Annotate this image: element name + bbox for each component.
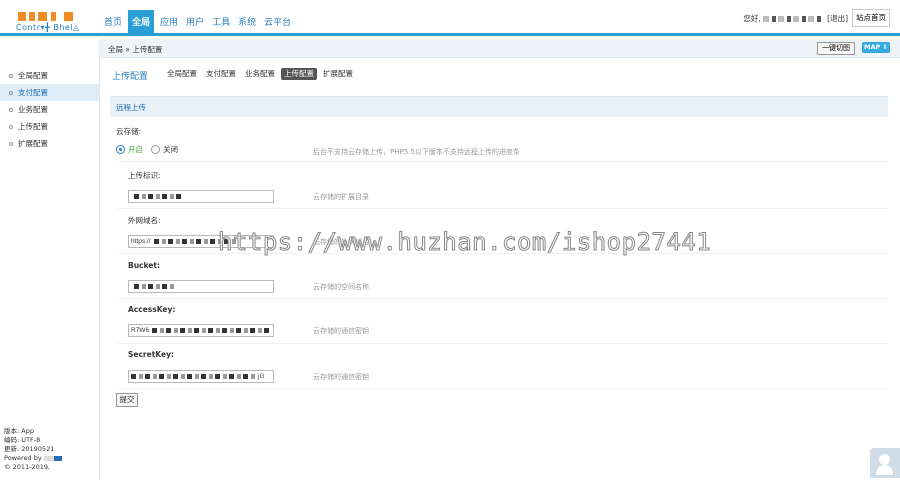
sidebar-menu: 全局配置 支付配置 业务配置 上传配置 扩展配置 xyxy=(0,67,99,152)
access-key-masked xyxy=(152,327,271,333)
config-tabs: 全局配置 支付配置 业务配置 上传配置 扩展配置 xyxy=(164,68,359,80)
external-domain-masked xyxy=(153,238,238,244)
bucket-hint: 云存储的空间名称 xyxy=(313,283,369,291)
tab-extension[interactable]: 扩展配置 xyxy=(320,68,356,80)
external-domain-hint: 云存储的外网域名 xyxy=(313,238,369,246)
row-divider xyxy=(118,298,888,299)
row-divider xyxy=(118,343,888,344)
updated-text: 更新: 20190521 xyxy=(4,445,55,453)
avatar-head xyxy=(879,454,890,465)
logout-link[interactable]: [退出] xyxy=(827,14,848,23)
bullet-icon xyxy=(9,108,13,112)
map-button[interactable]: MAP ⇓ xyxy=(862,42,890,53)
sidebar-item-label: 支付配置 xyxy=(18,88,48,97)
powered-text: Powered by xyxy=(4,454,42,462)
bullet-icon xyxy=(9,91,13,95)
bullet-icon xyxy=(9,142,13,146)
radio-off-label: 关闭 xyxy=(163,145,178,154)
main-content: 上传配置 全局配置 支付配置 业务配置 上传配置 扩展配置 远程上传 云存储: … xyxy=(100,58,900,480)
upload-id-input[interactable] xyxy=(128,190,274,203)
upload-id-masked xyxy=(134,193,184,199)
radio-off[interactable] xyxy=(151,145,160,154)
nav-cloud[interactable]: 云平台 xyxy=(262,10,293,36)
logo: Contr▾╋ Bhel◬ xyxy=(14,12,94,34)
cloud-storage-hint: 后台不支持云存储上传，PHP5.5以下版本不支持远程上传的进度条 xyxy=(313,148,520,156)
section-header: 远程上传 xyxy=(110,96,888,117)
bucket-label: Bucket: xyxy=(128,261,160,270)
top-bar: Contr▾╋ Bhel◬ 首页 全局 应用 用户 工具 系统 云平台 您好, … xyxy=(0,0,900,36)
bullet-icon xyxy=(9,125,13,129)
quick-menu-button[interactable]: 一键切图 xyxy=(817,42,855,55)
nav-global[interactable]: 全局 xyxy=(128,10,155,36)
access-key-hint: 云存储的通信密钥 xyxy=(313,327,369,335)
access-key-input[interactable]: R7W6 xyxy=(128,324,274,337)
sidebar-item-upload[interactable]: 上传配置 xyxy=(0,118,99,135)
main-nav: 首页 全局 应用 用户 工具 系统 云平台 xyxy=(102,10,297,36)
nav-apps[interactable]: 应用 xyxy=(158,10,180,36)
version-text: 版本: App xyxy=(4,427,34,435)
user-greeting: 您好, xyxy=(743,14,761,23)
powered-row: Powered by xyxy=(4,454,62,463)
section-title: 远程上传 xyxy=(116,103,146,112)
sidebar-item-label: 上传配置 xyxy=(18,122,48,131)
sidebar-item-extension[interactable]: 扩展配置 xyxy=(0,135,99,152)
nav-tools[interactable]: 工具 xyxy=(210,10,232,36)
row-divider xyxy=(118,208,888,209)
logo-subtext: Contr▾╋ Bhel◬ xyxy=(16,23,80,32)
sidebar-item-payment[interactable]: 支付配置 xyxy=(0,84,99,101)
access-key-value: R7W6 xyxy=(131,327,150,334)
secret-key-value: jG xyxy=(258,373,265,380)
upload-id-label: 上传标识: xyxy=(128,171,161,180)
secret-key-masked xyxy=(131,373,255,379)
secret-key-label: SecretKey: xyxy=(128,350,174,359)
breadcrumb: 全局 » 上传配置 xyxy=(108,45,163,54)
avatar-body xyxy=(876,465,893,475)
bucket-input[interactable] xyxy=(128,280,274,293)
submit-button[interactable]: 提交 xyxy=(116,393,138,407)
row-divider xyxy=(118,253,888,254)
system-info: 版本: App 编码: UTF-8 更新: 20190521 Powered b… xyxy=(4,427,62,472)
sidebar: 全局配置 支付配置 业务配置 上传配置 扩展配置 版本: App 编码: UTF… xyxy=(0,39,100,480)
powered-masked xyxy=(43,455,62,461)
cloud-storage-radios: 开启 关闭 xyxy=(116,144,178,155)
row-divider xyxy=(118,388,888,389)
upload-id-hint: 云存储的扩展目录 xyxy=(313,193,369,201)
radio-on-label: 开启 xyxy=(128,145,143,154)
sidebar-item-global[interactable]: 全局配置 xyxy=(0,67,99,84)
external-domain-label: 外网域名: xyxy=(128,216,161,225)
user-info: 您好, [退出] xyxy=(743,13,848,24)
logo-blocks xyxy=(18,12,82,22)
page-title: 上传配置 xyxy=(112,72,149,82)
sidebar-item-label: 业务配置 xyxy=(18,105,48,114)
secret-key-hint: 云存储的通信密钥 xyxy=(313,373,369,381)
copyright-row: © 2011-2019, xyxy=(4,463,62,472)
encoding-text: 编码: UTF-8 xyxy=(4,436,41,444)
tab-upload[interactable]: 上传配置 xyxy=(281,68,317,80)
user-name-masked xyxy=(762,16,823,22)
sidebar-item-business[interactable]: 业务配置 xyxy=(0,101,99,118)
tab-global[interactable]: 全局配置 xyxy=(164,68,200,80)
row-divider xyxy=(118,161,888,162)
site-home-button[interactable]: 站点首页 xyxy=(852,9,890,27)
radio-on[interactable] xyxy=(116,145,125,154)
bullet-icon xyxy=(9,74,13,78)
cloud-storage-label: 云存储: xyxy=(116,127,142,136)
external-domain-input[interactable]: https:// xyxy=(128,235,274,248)
bucket-masked xyxy=(134,283,174,289)
secret-key-input[interactable]: jG xyxy=(128,370,274,383)
support-avatar-icon[interactable] xyxy=(870,448,900,478)
nav-system[interactable]: 系统 xyxy=(236,10,258,36)
tab-business[interactable]: 业务配置 xyxy=(242,68,278,80)
external-domain-value: https:// xyxy=(131,238,151,245)
copyright-text: © 2011-2019, xyxy=(4,463,51,471)
app-window: Contr▾╋ Bhel◬ 首页 全局 应用 用户 工具 系统 云平台 您好, … xyxy=(0,0,900,480)
access-key-label: AccessKey: xyxy=(128,305,176,314)
sidebar-item-label: 全局配置 xyxy=(18,71,48,80)
main-header: 全局 » 上传配置 一键切图 MAP ⇓ xyxy=(100,39,900,58)
nav-users[interactable]: 用户 xyxy=(184,10,206,36)
tab-payment[interactable]: 支付配置 xyxy=(203,68,239,80)
nav-home[interactable]: 首页 xyxy=(102,10,124,36)
sidebar-item-label: 扩展配置 xyxy=(18,139,48,148)
